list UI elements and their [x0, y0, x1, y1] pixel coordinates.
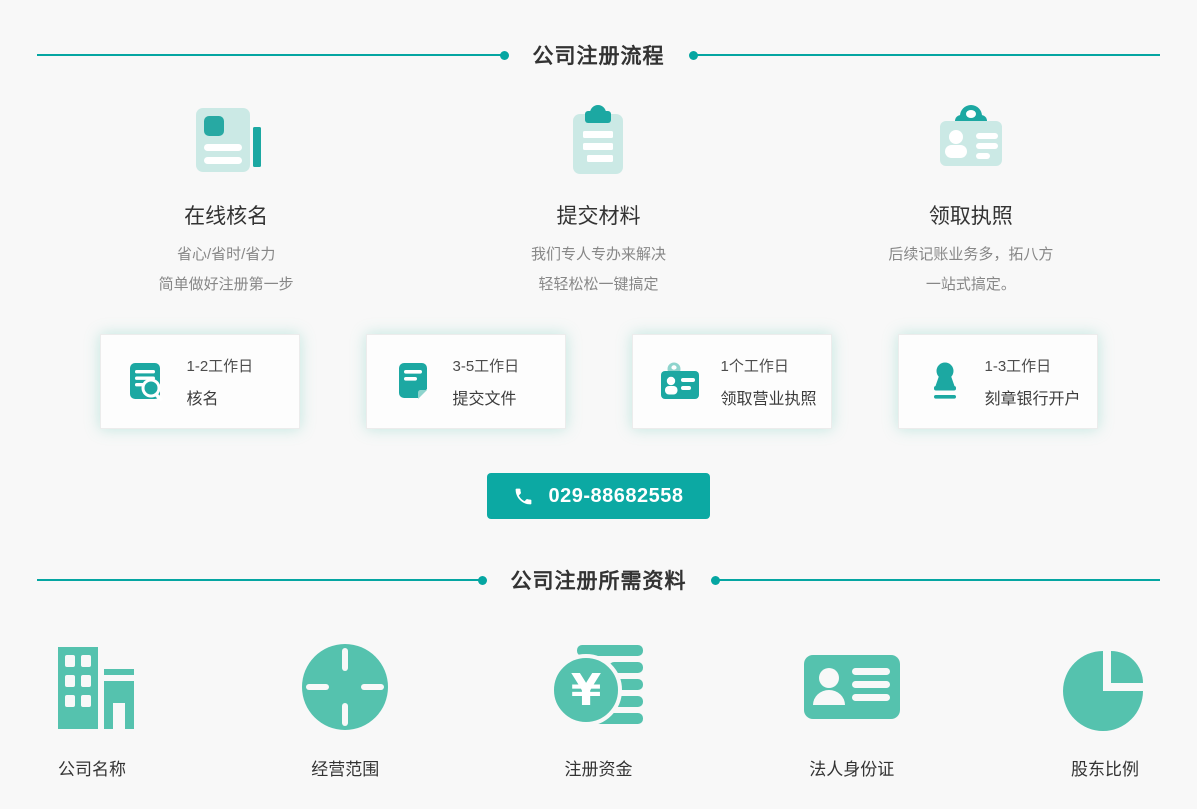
header-line — [719, 579, 1161, 581]
clipboard-icon — [559, 100, 637, 180]
process-steps-row: 在线核名 省心/省时/省力 简单做好注册第一步 提交材料 我们专人专办来解决 — [0, 100, 1197, 300]
material-shareholder-ratio: 股东比例 — [1025, 639, 1185, 780]
card-text: 3-5工作日 提交文件 — [453, 355, 520, 409]
target-icon — [299, 639, 391, 735]
step-description: 省心/省时/省力 简单做好注册第一步 — [159, 240, 294, 300]
pie-chart-icon — [1059, 639, 1151, 735]
header-line — [37, 579, 479, 581]
material-registered-capital: ¥ 注册资金 — [519, 639, 679, 780]
step-title: 提交材料 — [556, 200, 640, 230]
step-desc-line: 省心/省时/省力 — [159, 240, 294, 270]
card-label: 核名 — [187, 385, 254, 409]
phone-call-button[interactable]: 029-88682558 — [487, 473, 709, 519]
material-label: 经营范围 — [311, 755, 379, 780]
header-dot — [500, 51, 509, 60]
id-card-icon — [802, 639, 902, 735]
step-desc-line: 后续记账业务多，拓八方 — [888, 240, 1053, 270]
header-dot — [478, 576, 487, 585]
money-icon: ¥ — [549, 639, 649, 735]
step-desc-line: 一站式搞定。 — [888, 270, 1053, 300]
card-stamp-bank-account: 1-3工作日 刻章银行开户 — [898, 334, 1098, 429]
header-line — [37, 54, 501, 56]
step-title: 在线核名 — [184, 200, 268, 230]
materials-section-header: 公司注册所需资料 — [0, 565, 1197, 595]
card-name-check: 1-2工作日 核名 — [100, 334, 300, 429]
step-description: 我们专人专办来解决 轻轻松松一键搞定 — [531, 240, 666, 300]
process-section-title: 公司注册流程 — [533, 40, 665, 70]
step-title: 领取执照 — [929, 200, 1013, 230]
doc-file-icon — [391, 360, 435, 404]
materials-section-title: 公司注册所需资料 — [511, 565, 687, 595]
building-icon — [44, 639, 140, 735]
step-desc-line: 简单做好注册第一步 — [159, 270, 294, 300]
card-duration: 1-2工作日 — [187, 355, 254, 376]
step-description: 后续记账业务多，拓八方 一站式搞定。 — [888, 240, 1053, 300]
yuan-symbol: ¥ — [570, 665, 601, 716]
process-section-header: 公司注册流程 — [0, 40, 1197, 70]
card-label: 领取营业执照 — [721, 385, 817, 409]
card-text: 1个工作日 领取营业执照 — [721, 355, 817, 409]
material-label: 公司名称 — [58, 755, 126, 780]
stamp-icon — [923, 360, 967, 404]
doc-search-icon — [125, 360, 169, 404]
material-business-scope: 经营范围 — [265, 639, 425, 780]
card-duration: 1-3工作日 — [985, 355, 1081, 376]
material-legal-person-id: 法人身份证 — [772, 639, 932, 780]
materials-row: 公司名称 经营范围 — [0, 639, 1197, 780]
step-receive-license: 领取执照 后续记账业务多，拓八方 一站式搞定。 — [785, 100, 1157, 300]
phone-icon — [513, 486, 534, 507]
step-online-name-check: 在线核名 省心/省时/省力 简单做好注册第一步 — [40, 100, 412, 300]
card-business-license: 1个工作日 领取营业执照 — [632, 334, 832, 429]
card-text: 1-3工作日 刻章银行开户 — [985, 355, 1081, 409]
process-section: 公司注册流程 在线核名 省心/省时/省力 简单做好注册第一步 — [0, 40, 1197, 519]
materials-section: 公司注册所需资料 公司名称 — [0, 565, 1197, 780]
process-cards-row: 1-2工作日 核名 3-5工作日 提交文件 — [0, 334, 1197, 429]
card-duration: 3-5工作日 — [453, 355, 520, 376]
news-document-icon — [187, 100, 265, 180]
license-badge-icon — [657, 360, 703, 404]
card-duration: 1个工作日 — [721, 355, 817, 376]
card-label: 刻章银行开户 — [985, 385, 1081, 409]
header-line — [697, 54, 1161, 56]
material-label: 注册资金 — [565, 755, 633, 780]
id-badge-icon — [932, 100, 1010, 180]
phone-button-wrap: 029-88682558 — [0, 473, 1197, 519]
material-label: 法人身份证 — [809, 755, 894, 780]
step-desc-line: 轻轻松松一键搞定 — [531, 270, 666, 300]
material-label: 股东比例 — [1071, 755, 1139, 780]
card-text: 1-2工作日 核名 — [187, 355, 254, 409]
step-submit-materials: 提交材料 我们专人专办来解决 轻轻松松一键搞定 — [412, 100, 784, 300]
card-label: 提交文件 — [453, 385, 520, 409]
material-company-name: 公司名称 — [12, 639, 172, 780]
step-desc-line: 我们专人专办来解决 — [531, 240, 666, 270]
phone-number: 029-88682558 — [548, 485, 683, 508]
card-submit-files: 3-5工作日 提交文件 — [366, 334, 566, 429]
